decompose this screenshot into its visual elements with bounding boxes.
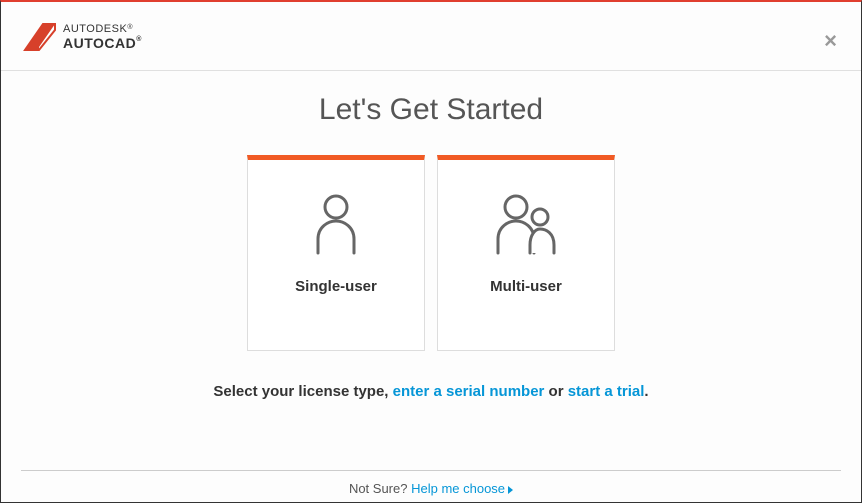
main-content: Let's Get Started Single-user Multi-us <box>1 71 861 400</box>
enter-serial-link[interactable]: enter a serial number <box>393 383 545 400</box>
header: AUTODESK® AUTOCAD® × <box>1 2 861 71</box>
close-button[interactable]: × <box>824 30 837 52</box>
page-title: Let's Get Started <box>1 93 861 127</box>
multi-user-label: Multi-user <box>490 278 562 295</box>
brand-line1: AUTODESK® <box>63 24 142 35</box>
single-user-label: Single-user <box>295 278 377 295</box>
instruction-text: Select your license type, enter a serial… <box>1 383 861 400</box>
footer-question: Not Sure? <box>349 481 411 496</box>
multi-user-icon <box>492 188 560 260</box>
single-user-card[interactable]: Single-user <box>247 155 425 351</box>
footer: Not Sure? Help me choose <box>21 470 841 502</box>
brand: AUTODESK® AUTOCAD® <box>23 20 839 54</box>
chevron-right-icon <box>508 486 513 494</box>
license-cards: Single-user Multi-user <box>1 155 861 351</box>
help-me-choose-link[interactable]: Help me choose <box>411 481 505 496</box>
instruction-suffix: . <box>644 383 648 400</box>
start-trial-link[interactable]: start a trial <box>568 383 645 400</box>
instruction-or: or <box>544 383 567 400</box>
brand-line2: AUTOCAD® <box>63 36 142 50</box>
brand-text: AUTODESK® AUTOCAD® <box>63 24 142 50</box>
autodesk-logo-icon <box>23 20 57 54</box>
multi-user-card[interactable]: Multi-user <box>437 155 615 351</box>
instruction-prefix: Select your license type, <box>213 383 392 400</box>
single-user-icon <box>314 188 358 260</box>
